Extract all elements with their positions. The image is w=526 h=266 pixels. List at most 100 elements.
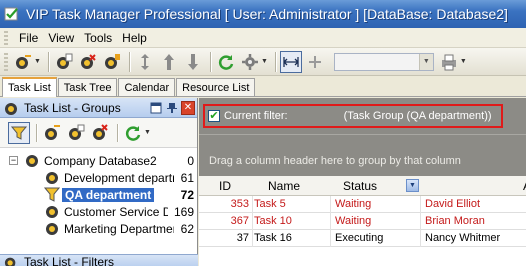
refresh-button[interactable] [215, 51, 237, 73]
table-row[interactable]: 37 Task 16 Executing Nancy Whitmer [199, 230, 526, 247]
filter-enabled-checkbox[interactable]: ✔ [208, 110, 220, 122]
expand-button[interactable] [304, 51, 326, 73]
filters-panel-header[interactable]: Task List - Filters [0, 254, 198, 266]
table-row[interactable]: 367 Task 10 Waiting Brian Moran [199, 213, 526, 230]
new-task-dropdown-icon[interactable]: ▼ [34, 58, 41, 65]
move-up-down-button[interactable] [134, 51, 156, 73]
cell-status: Executing [335, 232, 384, 244]
groups-panel-title: Task List - Groups [24, 100, 121, 115]
arrow-down-icon [187, 53, 198, 70]
menu-file[interactable]: File [14, 31, 43, 45]
fit-columns-icon [283, 56, 299, 67]
group-by-area[interactable]: Drag a column header here to group by th… [199, 134, 526, 176]
panel-close-button[interactable]: ✕ [181, 100, 195, 115]
current-filter-box: ✔ Current filter: (Task Group (QA depart… [203, 104, 503, 128]
task-groups-icon [5, 102, 17, 115]
add-group-button[interactable] [41, 122, 63, 144]
new-task-button[interactable] [12, 51, 34, 73]
print-icon [441, 54, 456, 70]
grid-header: ID Name Status ▼ A [199, 176, 526, 196]
group-by-hint: Drag a column header here to group by th… [209, 155, 461, 167]
filter-bar: ✔ Current filter: (Task Group (QA depart… [199, 98, 526, 134]
menu-tools[interactable]: Tools [79, 31, 117, 45]
tree-item-marketing[interactable]: Marketing Departmer 62 [0, 220, 197, 237]
pin-icon [167, 102, 177, 113]
move-down-button[interactable] [182, 51, 204, 73]
cell-name: Task 5 [254, 198, 286, 210]
menu-help[interactable]: Help [117, 31, 152, 45]
toolbar-separator [128, 51, 130, 72]
groups-panel-header: Task List - Groups ✕ [0, 98, 197, 118]
filter-groups-button[interactable] [8, 121, 30, 144]
tab-task-list[interactable]: Task List [2, 77, 57, 97]
filters-panel-title: Task List - Filters [24, 254, 115, 266]
tree-item-count: 0 [187, 153, 194, 168]
refresh-dropdown-icon[interactable]: ▼ [144, 129, 151, 136]
delete-group-button[interactable] [89, 122, 111, 144]
toolbar-separator [209, 51, 211, 72]
tree-item-label: Customer Service De [64, 204, 168, 219]
delete-group-icon [93, 123, 108, 140]
print-button[interactable] [438, 51, 460, 73]
refresh-groups-button[interactable] [122, 122, 144, 144]
view-tabs: Task List Task Tree Calendar Resource Li… [0, 77, 526, 97]
tree-item-label: Development departr [64, 170, 174, 185]
window-icon [150, 102, 162, 113]
title-bar: VIP Task Manager Professional [ User: Ad… [0, 0, 526, 28]
copy-task-button[interactable] [101, 51, 123, 73]
column-header-id[interactable]: ID [219, 179, 231, 193]
fit-columns-button[interactable] [279, 50, 302, 73]
tree-item-customer-service[interactable]: Customer Service De 169 [0, 203, 197, 220]
move-up-button[interactable] [158, 51, 180, 73]
tree-item-root[interactable]: − Company Database2 0 [0, 152, 197, 169]
tab-resource-list[interactable]: Resource List [176, 78, 256, 96]
cell-assigned: Brian Moran [425, 215, 485, 227]
tree-item-count: 169 [173, 204, 194, 219]
tab-task-tree[interactable]: Task Tree [57, 78, 118, 96]
cell-id: 367 [230, 215, 249, 227]
view-select[interactable]: ▼ [333, 52, 434, 71]
edit-group-icon [69, 124, 85, 140]
status-filter-dropdown-icon[interactable]: ▼ [406, 179, 419, 192]
settings-button[interactable] [239, 51, 261, 73]
menu-grip [4, 30, 8, 45]
column-header-status[interactable]: Status [343, 179, 377, 193]
chevron-down-icon[interactable]: ▼ [418, 53, 433, 70]
print-dropdown-icon[interactable]: ▼ [460, 58, 467, 65]
group-icon [46, 172, 58, 184]
tree-item-development[interactable]: Development departr 61 [0, 169, 197, 186]
groups-toolbar: ▼ [0, 118, 197, 148]
group-tree: − Company Database2 0 Development depart… [0, 148, 197, 237]
add-group-icon [45, 124, 60, 140]
main-toolbar: ▼ ▼ ▼ ▼ [0, 48, 526, 76]
cell-name: Task 10 [254, 215, 292, 227]
delete-task-icon [80, 53, 96, 69]
tree-item-count: 72 [180, 187, 194, 202]
tree-item-label: Marketing Departmer [64, 221, 174, 236]
tree-item-count: 61 [180, 170, 194, 185]
task-properties-button[interactable] [53, 51, 75, 73]
tab-calendar[interactable]: Calendar [118, 78, 176, 96]
tree-item-qa[interactable]: QA department 72 [0, 186, 197, 203]
column-header-name[interactable]: Name [268, 179, 300, 193]
filter-value[interactable]: (Task Group (QA department)) [344, 110, 492, 122]
cell-status: Waiting [335, 215, 372, 227]
filter-label: Current filter: [224, 110, 288, 122]
toolbar-grip [4, 52, 8, 71]
gear-icon [241, 53, 258, 70]
delete-task-button[interactable] [77, 51, 99, 73]
menu-view[interactable]: View [43, 31, 79, 45]
table-row[interactable]: 353 Task 5 Waiting David Elliot [199, 196, 526, 213]
panel-dock-button[interactable] [149, 101, 163, 115]
refresh-icon [218, 54, 234, 70]
edit-group-button[interactable] [65, 122, 87, 144]
window-title: VIP Task Manager Professional [ User: Ad… [26, 6, 508, 22]
task-properties-icon [56, 53, 73, 69]
cell-assigned: David Elliot [425, 198, 481, 210]
settings-dropdown-icon[interactable]: ▼ [261, 58, 268, 65]
cell-id: 353 [230, 198, 249, 210]
expand-icon [308, 55, 321, 68]
funnel-icon [11, 126, 27, 140]
panel-pin-button[interactable] [165, 101, 179, 115]
collapse-icon[interactable]: − [9, 156, 18, 165]
